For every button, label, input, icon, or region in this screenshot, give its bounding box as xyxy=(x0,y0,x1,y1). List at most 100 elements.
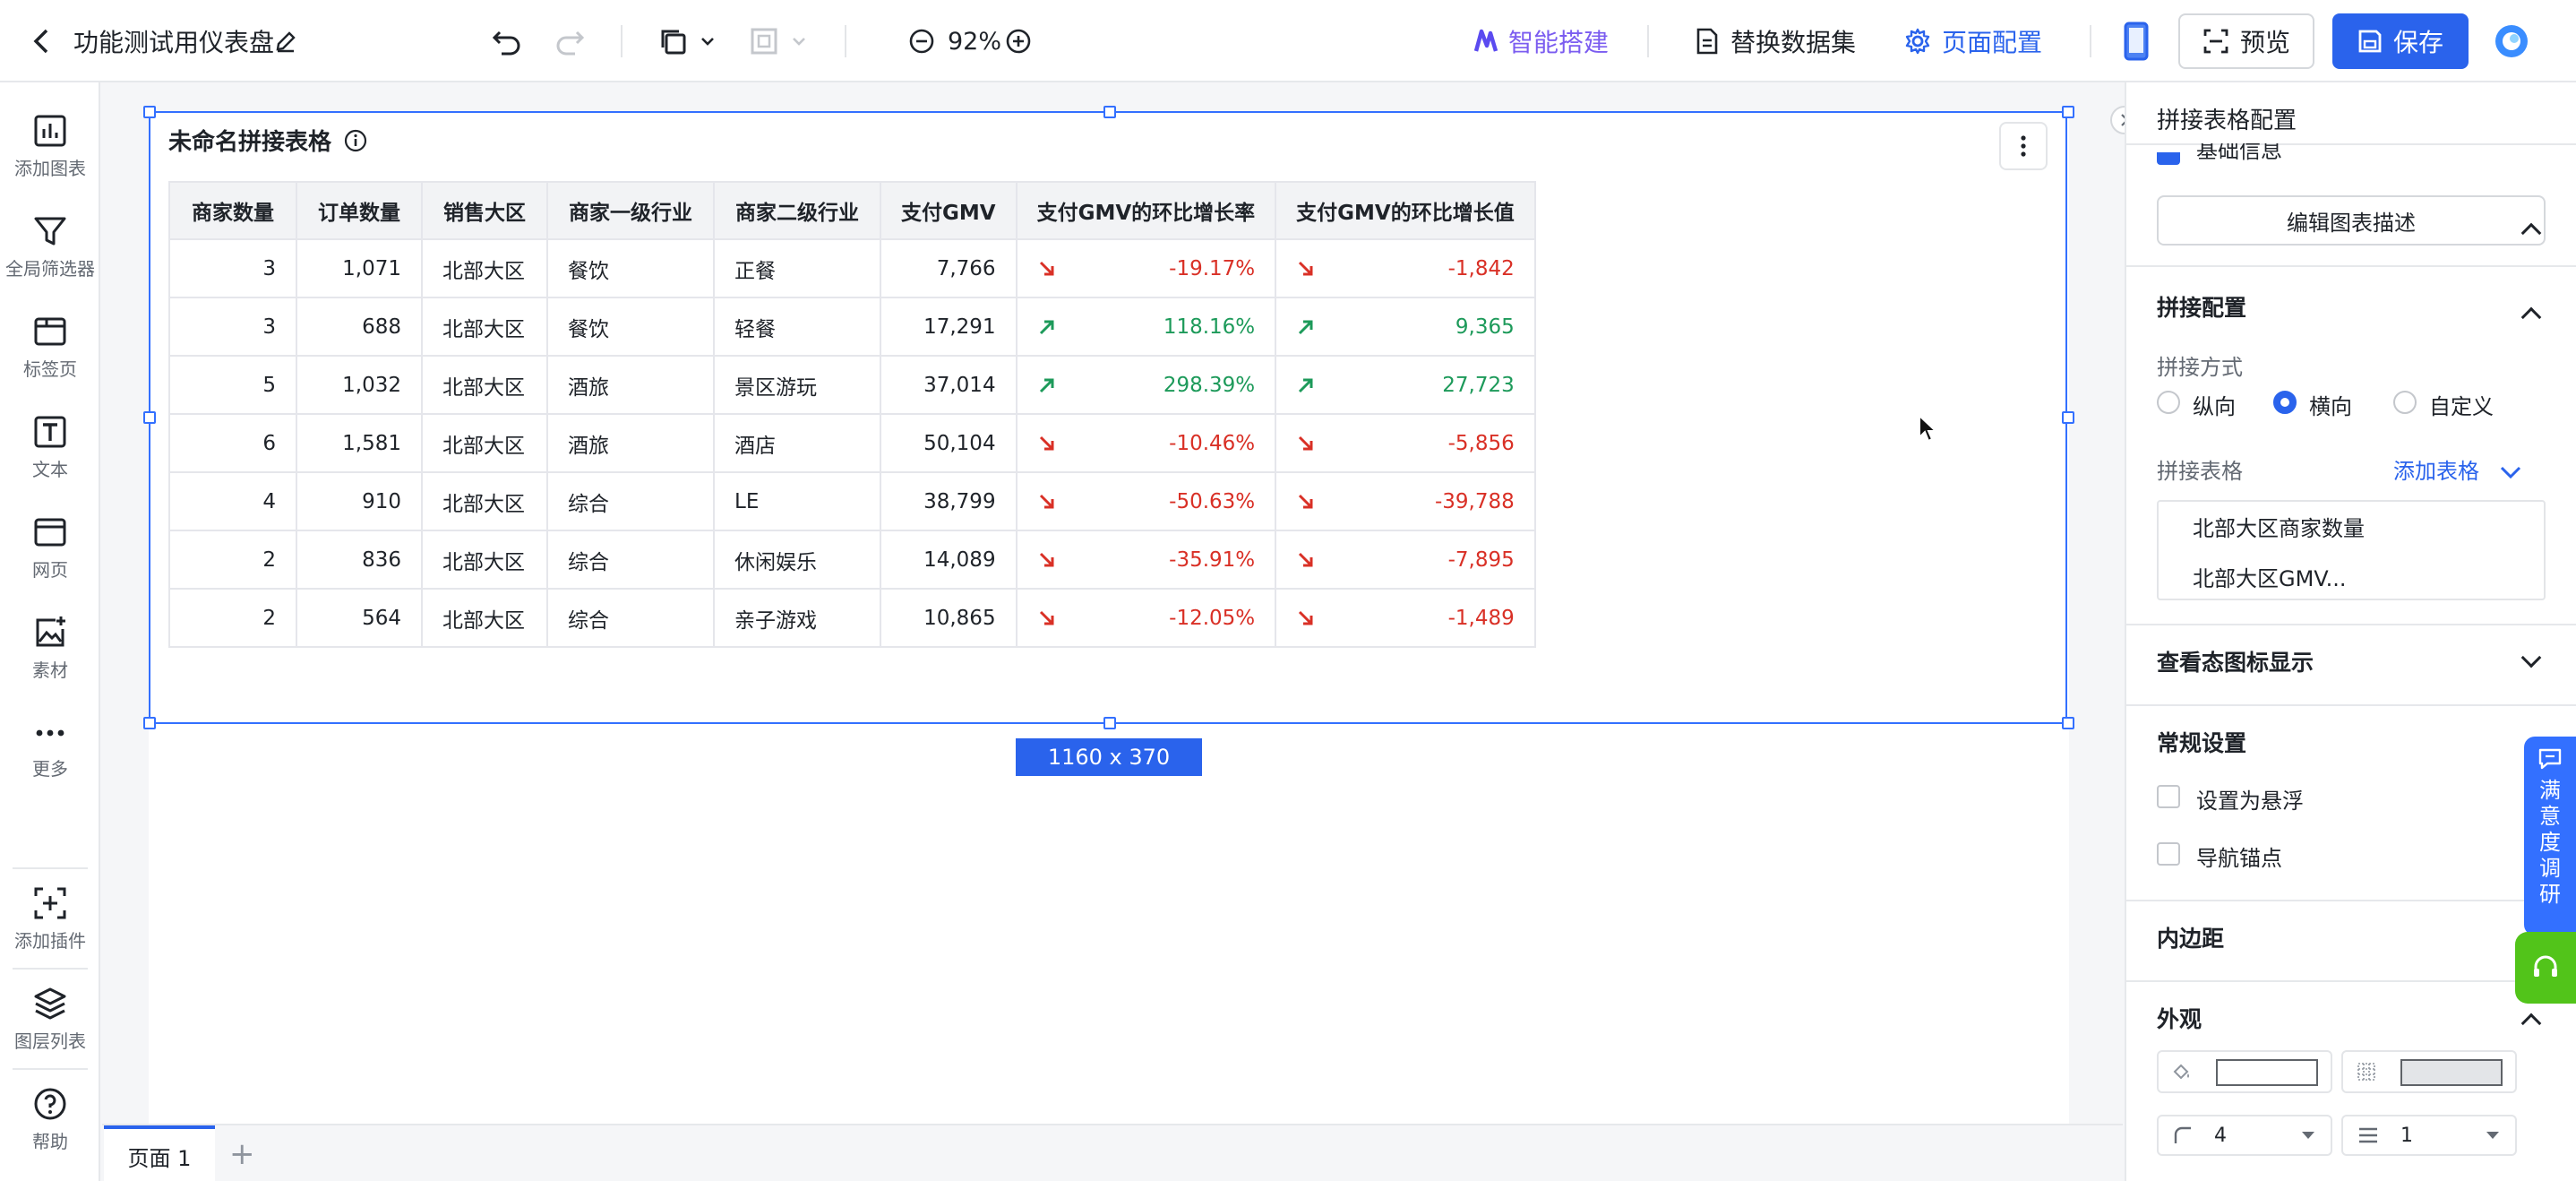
list-item[interactable]: 北部大区GMV... xyxy=(2193,561,2347,592)
column-header[interactable]: 商家数量 xyxy=(168,181,297,240)
resize-handle-tr[interactable] xyxy=(2062,106,2074,118)
sidebar-item-more[interactable]: 更多 xyxy=(0,717,100,780)
growth-rate-value: -19.17% xyxy=(1169,256,1256,280)
float-checkbox[interactable] xyxy=(2157,785,2180,808)
assistant-button[interactable] xyxy=(2494,0,2529,82)
ai-build-button[interactable]: 智能搭建 xyxy=(1473,0,1609,82)
cell-merchants: 3 xyxy=(168,297,297,357)
cell-growth-value: -1,489 xyxy=(1275,588,1536,648)
widget-more-button[interactable] xyxy=(1999,122,2048,170)
cell-gmv: 17,291 xyxy=(880,297,1018,357)
sidebar-item-tabs[interactable]: 标签页 xyxy=(0,314,100,381)
anchor-checkbox[interactable] xyxy=(2157,842,2180,866)
zoom-in-button[interactable] xyxy=(1005,0,1032,82)
grid-pattern-icon xyxy=(2357,1063,2375,1081)
sidebar-item-add-plugin[interactable]: 添加插件 xyxy=(0,885,100,953)
sidebar-item-help[interactable]: 帮助 xyxy=(0,1086,100,1153)
sidebar-item-add-chart[interactable]: 添加图表 xyxy=(0,113,100,180)
corner-radius-select[interactable]: 4 xyxy=(2157,1115,2332,1156)
widget-size-tag: 1160 x 370 xyxy=(1016,738,1202,776)
replace-dataset-label: 替换数据集 xyxy=(1730,28,1857,57)
filter-icon xyxy=(34,217,66,246)
save-button[interactable]: 保存 xyxy=(2332,13,2469,69)
list-item[interactable]: 北部大区商家数量 xyxy=(2193,511,2365,542)
column-header[interactable]: 订单数量 xyxy=(296,181,423,240)
radio-horizontal[interactable] xyxy=(2273,391,2297,414)
replace-dataset-button[interactable]: 替换数据集 xyxy=(1695,0,1856,82)
border-color-picker[interactable] xyxy=(2341,1050,2517,1093)
column-header[interactable]: 支付GMV xyxy=(880,181,1018,240)
zoom-out-button[interactable] xyxy=(908,0,935,82)
sidebar-item-text[interactable]: 文本 xyxy=(0,414,100,481)
view-icon-display-heading[interactable]: 查看态图标显示 xyxy=(2157,645,2314,677)
radio-vertical[interactable] xyxy=(2157,391,2180,414)
chevron-down-icon xyxy=(793,38,805,46)
padding-heading[interactable]: 内边距 xyxy=(2157,921,2224,953)
sidebar-item-webpage[interactable]: 网页 xyxy=(0,514,100,582)
table-row: 2 564 北部大区 综合 亲子游戏 10,865 -12.05% -1,489 xyxy=(168,588,1536,648)
back-button[interactable] xyxy=(30,0,52,82)
copy-button[interactable] xyxy=(657,0,717,82)
appearance-heading[interactable]: 外观 xyxy=(2157,1002,2202,1034)
more-icon xyxy=(36,729,64,737)
customer-service-button[interactable] xyxy=(2515,932,2576,1004)
survey-char: 调 xyxy=(2539,856,2561,881)
column-header[interactable]: 销售大区 xyxy=(421,181,548,240)
survey-char: 研 xyxy=(2539,882,2561,907)
cell-gmv: 38,799 xyxy=(880,471,1018,531)
add-page-button[interactable]: + xyxy=(229,1125,255,1181)
resize-handle-left[interactable] xyxy=(143,411,156,424)
undo-button[interactable] xyxy=(491,0,523,82)
resize-handle-bl[interactable] xyxy=(143,717,156,729)
sidebar-item-label: 文本 xyxy=(32,459,68,480)
cell-gmv: 14,089 xyxy=(880,530,1018,590)
radio-vertical-label: 纵向 xyxy=(2193,394,2236,419)
cell-industry1: 酒旅 xyxy=(546,413,715,473)
preview-icon xyxy=(2203,29,2228,54)
cell-merchants: 4 xyxy=(168,471,297,531)
redo-button[interactable] xyxy=(554,0,586,82)
splice-config-heading[interactable]: 拼接配置 xyxy=(2157,290,2246,323)
cell-merchants: 6 xyxy=(168,413,297,473)
edit-title-button[interactable] xyxy=(274,0,297,82)
radio-custom[interactable] xyxy=(2393,391,2417,414)
resize-handle-right[interactable] xyxy=(2062,411,2074,424)
pencil-icon xyxy=(276,31,296,53)
sidebar-item-material[interactable]: 素材 xyxy=(0,615,100,682)
preview-button[interactable]: 预览 xyxy=(2178,13,2314,69)
resize-handle-br[interactable] xyxy=(2062,717,2074,729)
mobile-view-button[interactable] xyxy=(2123,0,2150,82)
cell-region: 北部大区 xyxy=(421,588,548,648)
edit-chart-description-button[interactable]: 编辑图表描述 xyxy=(2157,195,2546,246)
growth-value: -39,788 xyxy=(1434,489,1515,513)
resize-handle-bottom[interactable] xyxy=(1103,717,1116,729)
line-weight-icon xyxy=(2359,1127,2377,1143)
dataset-icon xyxy=(1696,28,1718,55)
sidebar-item-label: 帮助 xyxy=(32,1131,68,1152)
trend-down-icon xyxy=(1299,435,1313,450)
layout-button[interactable] xyxy=(749,0,808,82)
tab-page-1[interactable]: 页面 1 xyxy=(104,1125,215,1181)
column-header[interactable]: 支付GMV的环比增长值 xyxy=(1275,181,1536,240)
add-table-button[interactable]: 添加表格 xyxy=(2393,453,2522,485)
general-settings-heading[interactable]: 常规设置 xyxy=(2157,726,2246,758)
border-width-select[interactable]: 1 xyxy=(2341,1115,2517,1156)
growth-rate-value: -50.63% xyxy=(1169,489,1256,513)
column-header[interactable]: 商家一级行业 xyxy=(546,181,715,240)
growth-value: 9,365 xyxy=(1455,315,1515,339)
layers-icon xyxy=(34,987,66,1020)
resize-handle-top[interactable] xyxy=(1103,106,1116,118)
copy-icon xyxy=(661,30,686,55)
sidebar-item-label: 全局筛选器 xyxy=(5,258,95,280)
column-header[interactable]: 商家二级行业 xyxy=(713,181,881,240)
save-icon xyxy=(2358,30,2382,53)
column-header[interactable]: 支付GMV的环比增长率 xyxy=(1015,181,1277,240)
background-color-picker[interactable] xyxy=(2157,1050,2332,1093)
satisfaction-survey-button[interactable]: 满 意 度 调 研 xyxy=(2524,737,2576,935)
sidebar-item-layers[interactable]: 图层列表 xyxy=(0,986,100,1053)
page-config-button[interactable]: 页面配置 xyxy=(1904,0,2042,82)
sidebar-item-global-filter[interactable]: 全局筛选器 xyxy=(0,213,100,280)
info-icon[interactable] xyxy=(344,129,367,152)
survey-char: 意 xyxy=(2539,804,2561,829)
resize-handle-tl[interactable] xyxy=(143,106,156,118)
